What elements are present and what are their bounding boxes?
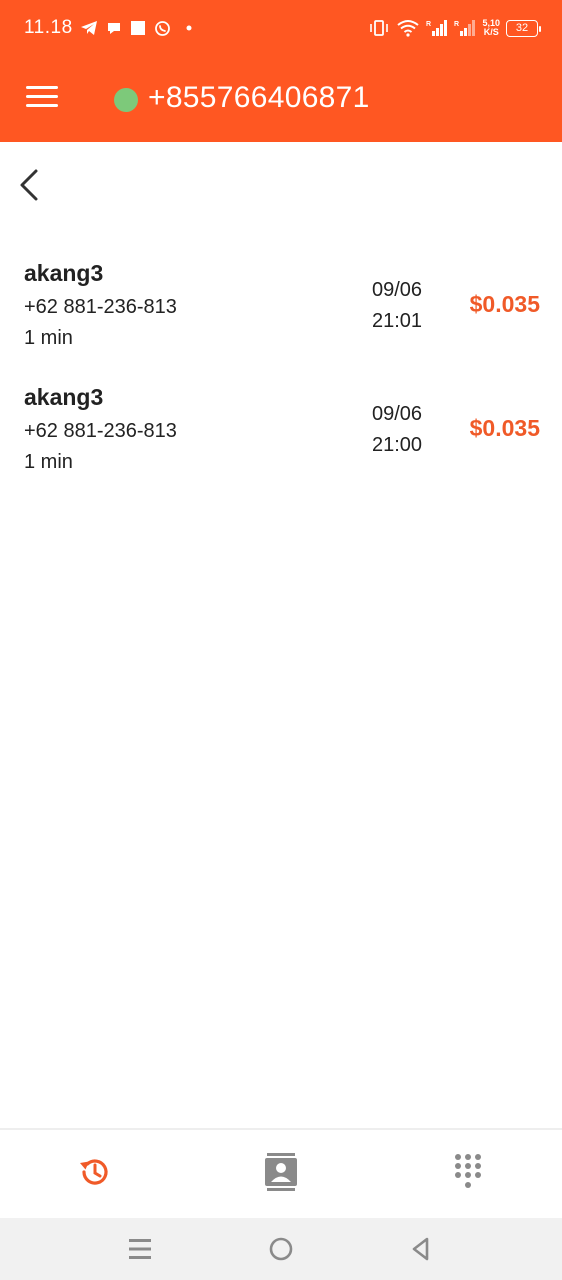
history-icon — [80, 1159, 108, 1185]
call-duration: 1 min — [24, 327, 73, 349]
whatsapp-icon — [155, 20, 170, 36]
contact-name: akang3 — [24, 260, 104, 286]
battery-level: 32 — [515, 22, 529, 34]
phone-number: +62 881-236-813 — [24, 296, 177, 318]
call-history-item[interactable]: akang3 +62 881-236-813 1 min 09/06 21:00… — [0, 374, 562, 498]
chevron-left-icon — [20, 169, 38, 201]
signal-icon: R — [454, 20, 476, 36]
call-date: 09/06 — [371, 279, 423, 301]
status-right: R R 5,10 K/S 32 — [368, 16, 541, 40]
call-time: 21:01 — [371, 310, 423, 332]
telegram-icon — [81, 21, 97, 35]
chat-bubble-icon — [108, 23, 120, 34]
contact-name: akang3 — [24, 384, 104, 410]
svg-text:R: R — [426, 21, 431, 28]
menu-icon-line — [26, 86, 58, 89]
nav-dialpad[interactable] — [444, 1148, 492, 1196]
wifi-icon — [397, 20, 420, 37]
nav-contacts[interactable] — [257, 1148, 305, 1196]
call-time: 21:00 — [371, 434, 423, 456]
system-navigation-bar — [0, 1218, 562, 1280]
call-history-list: akang3 +62 881-236-813 1 min 09/06 21:01… — [0, 250, 562, 498]
network-speed-unit: K/S — [483, 27, 499, 37]
menu-icon-line — [26, 95, 58, 98]
call-history-item[interactable]: akang3 +62 881-236-813 1 min 09/06 21:01… — [0, 250, 562, 374]
online-status-dot — [114, 88, 138, 112]
back-button[interactable] — [10, 162, 50, 208]
call-cost: $0.035 — [469, 291, 540, 317]
notification-icons — [80, 18, 195, 38]
account-number: +855766406871 — [148, 81, 370, 114]
menu-button[interactable] — [26, 86, 60, 112]
system-back-button[interactable] — [404, 1232, 438, 1266]
dot-icon — [186, 25, 192, 31]
home-icon — [269, 1237, 293, 1261]
svg-text:R: R — [454, 21, 459, 28]
call-duration: 1 min — [24, 451, 73, 473]
battery-icon: 32 — [506, 19, 541, 37]
vibrate-icon — [370, 20, 389, 36]
call-date: 09/06 — [371, 403, 423, 425]
network-speed: 5,10 K/S — [482, 19, 500, 37]
recents-button[interactable] — [123, 1232, 157, 1266]
call-cost: $0.035 — [469, 415, 540, 441]
app-bar: +855766406871 — [0, 56, 562, 142]
back-icon — [412, 1237, 429, 1261]
dialpad-icon — [455, 1154, 481, 1188]
bottom-navigation — [0, 1128, 562, 1218]
recents-icon — [129, 1239, 151, 1259]
square-notification-icon — [131, 21, 145, 35]
contacts-icon — [265, 1153, 297, 1191]
home-button[interactable] — [264, 1232, 298, 1266]
header: 11.18 R R 5,10 K/S 32 +855766406871 — [0, 0, 562, 142]
phone-number: +62 881-236-813 — [24, 420, 177, 442]
status-bar: 11.18 R R 5,10 K/S 32 — [0, 0, 562, 56]
menu-icon-line — [26, 104, 58, 107]
status-time: 11.18 — [24, 17, 73, 38]
nav-history[interactable] — [70, 1148, 118, 1196]
signal-icon: R — [426, 20, 448, 36]
